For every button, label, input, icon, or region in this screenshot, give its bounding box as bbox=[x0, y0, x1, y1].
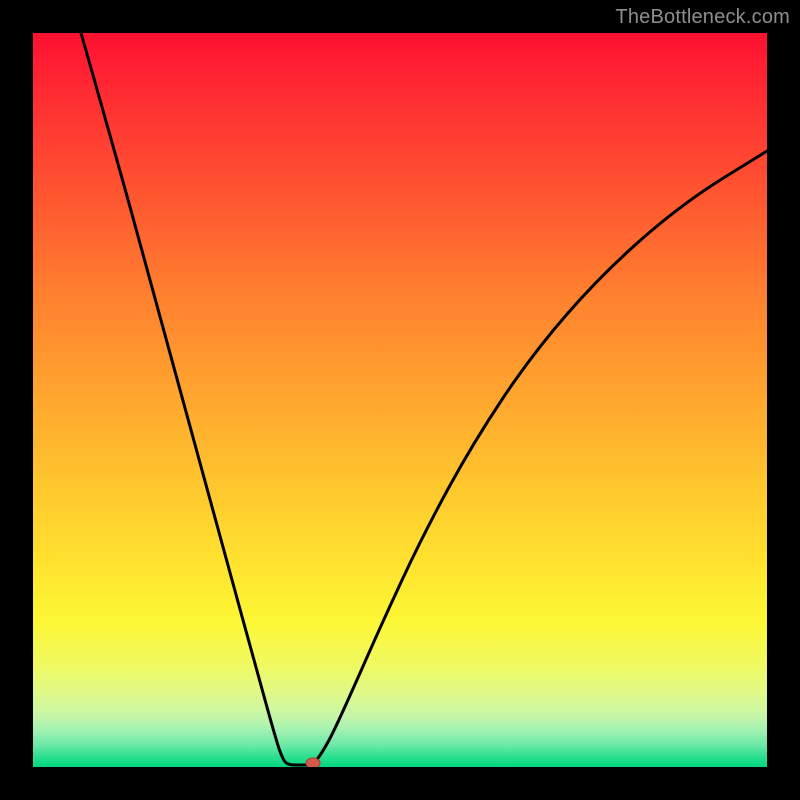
curve-svg bbox=[33, 33, 767, 767]
watermark-text: TheBottleneck.com bbox=[615, 6, 790, 29]
plot-area bbox=[33, 33, 767, 767]
optimal-point-marker bbox=[306, 758, 320, 767]
bottleneck-curve bbox=[81, 33, 767, 765]
chart-frame: TheBottleneck.com bbox=[0, 0, 800, 800]
